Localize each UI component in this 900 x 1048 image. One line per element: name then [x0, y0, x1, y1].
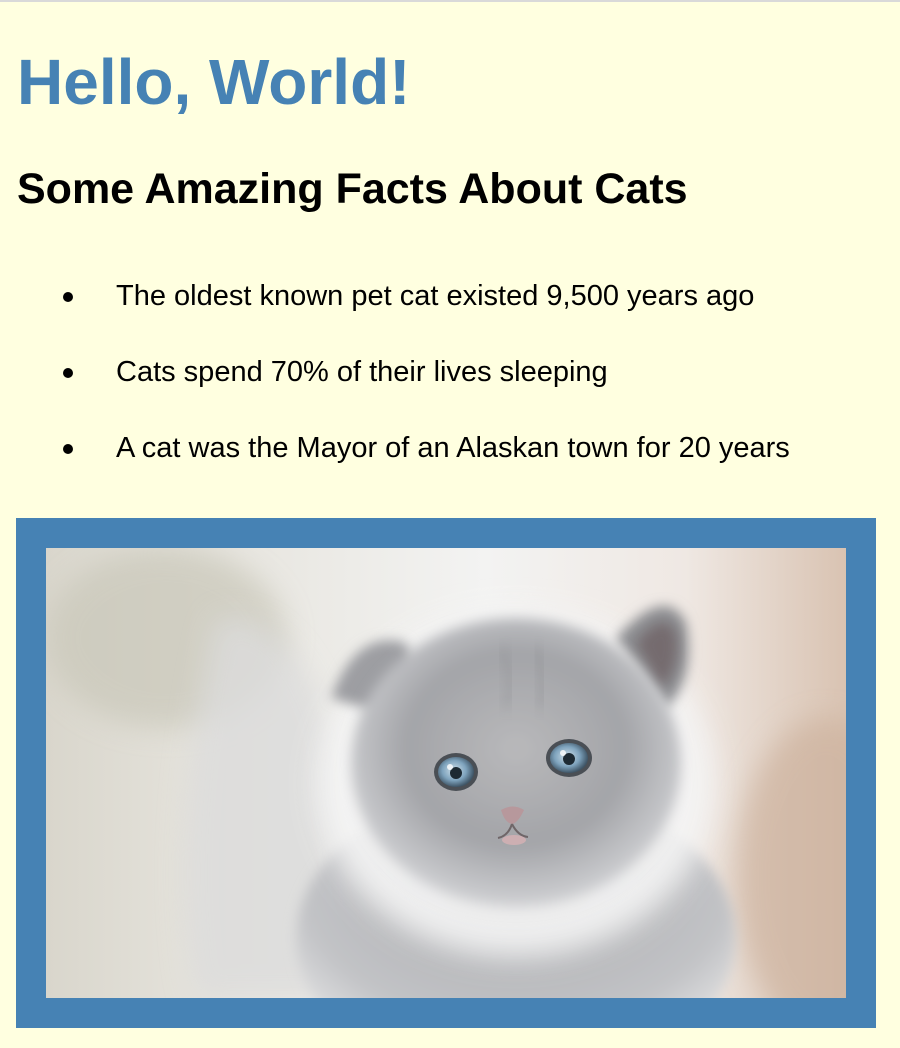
fact-text: A cat was the Mayor of an Alaskan town f…	[116, 432, 790, 464]
kitten-illustration	[46, 548, 846, 998]
bullet-icon	[63, 444, 73, 454]
bullet-icon	[63, 368, 73, 378]
page-title: Hello, World!	[17, 46, 411, 118]
fact-text: The oldest known pet cat existed 9,500 y…	[116, 280, 755, 312]
fact-text: Cats spend 70% of their lives sleeping	[116, 356, 608, 388]
bullet-icon	[63, 292, 73, 302]
photo-frame	[16, 518, 876, 1028]
page-subtitle: Some Amazing Facts About Cats	[17, 165, 688, 213]
kitten-photo	[46, 548, 846, 998]
top-divider	[0, 0, 900, 2]
